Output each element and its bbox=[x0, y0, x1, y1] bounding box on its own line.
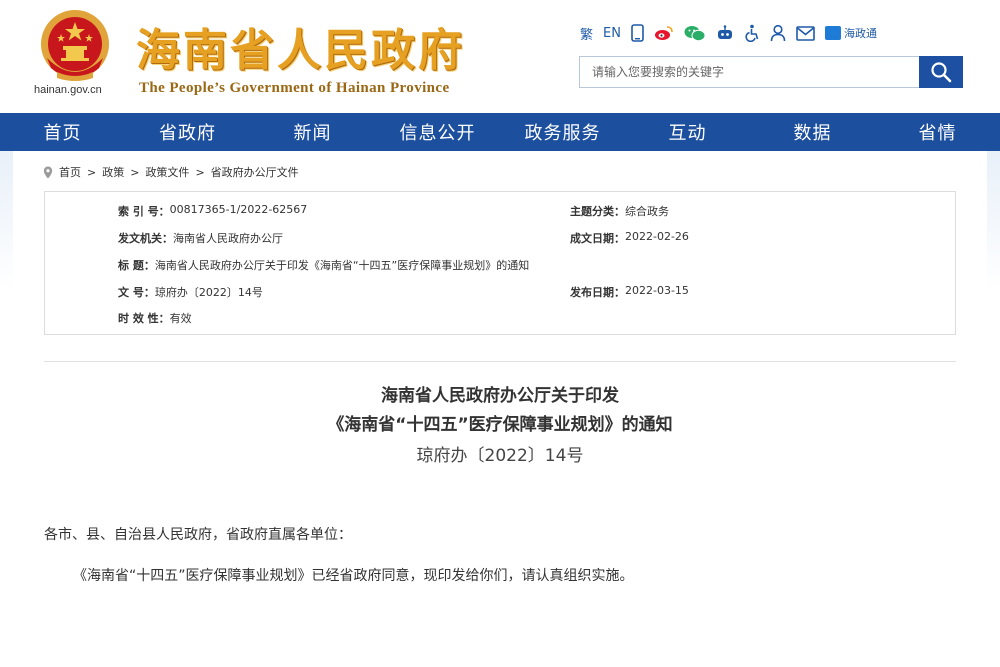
breadcrumb-separator: > bbox=[195, 165, 205, 179]
robot-icon[interactable] bbox=[716, 22, 734, 44]
breadcrumb-policy[interactable]: 政策 bbox=[102, 164, 124, 180]
traditional-chinese-link[interactable]: 繁 bbox=[580, 22, 593, 44]
meta-value: 有效 bbox=[169, 312, 192, 325]
breadcrumb-separator: > bbox=[87, 165, 97, 179]
document-salutation: 各市、县、自治县人民政府，省政府直属各单位： bbox=[44, 527, 352, 543]
search-bar bbox=[579, 56, 963, 88]
page-background: 首页 > 政策 > 政策文件 > 省政府办公厅文件 索 引 号： 0081736… bbox=[0, 151, 1000, 667]
meta-label: 索 引 号： bbox=[118, 205, 170, 218]
site-header: hainan.gov.cn 海南省人民政府 The People’s Gover… bbox=[0, 0, 1000, 113]
meta-document-number: 文 号： 琼府办〔2022〕14号 bbox=[118, 284, 263, 300]
user-icon[interactable] bbox=[770, 22, 786, 44]
meta-value: 琼府办〔2022〕14号 bbox=[154, 286, 263, 299]
breadcrumb-separator: > bbox=[130, 165, 140, 179]
document-title-line-1: 海南省人民政府办公厅关于印发 bbox=[381, 386, 619, 406]
nav-item-data[interactable]: 数据 bbox=[750, 113, 875, 151]
meta-value: 海南省人民政府办公厅 bbox=[173, 232, 283, 245]
nav-item-home[interactable]: 首页 bbox=[0, 113, 125, 151]
meta-validity: 时 效 性： 有效 bbox=[118, 310, 192, 326]
site-domain: hainan.gov.cn bbox=[34, 84, 102, 96]
section-divider bbox=[44, 361, 956, 362]
nav-item-disclosure[interactable]: 信息公开 bbox=[375, 113, 500, 151]
location-pin-icon bbox=[43, 166, 53, 178]
document-number: 琼府办〔2022〕14号 bbox=[416, 446, 584, 466]
meta-value: 2022-03-15 bbox=[625, 284, 689, 297]
nav-item-news[interactable]: 新闻 bbox=[250, 113, 375, 151]
meta-issuer: 发文机关： 海南省人民政府办公厅 bbox=[118, 230, 283, 246]
mobile-icon[interactable] bbox=[631, 22, 644, 44]
mail-icon[interactable] bbox=[796, 22, 815, 44]
breadcrumb-home[interactable]: 首页 bbox=[59, 164, 81, 180]
search-icon bbox=[931, 62, 952, 83]
meta-value: 综合政务 bbox=[625, 205, 669, 218]
meta-label: 发文机关： bbox=[118, 232, 173, 245]
breadcrumb-office-documents[interactable]: 省政府办公厅文件 bbox=[211, 164, 299, 180]
meta-category: 主题分类： 综合政务 bbox=[570, 203, 669, 219]
meta-title: 标 题： 海南省人民政府办公厅关于印发《海南省“十四五”医疗保障事业规划》的通知 bbox=[118, 257, 529, 273]
wechat-icon[interactable] bbox=[684, 22, 706, 44]
meta-value: 海南省人民政府办公厅关于印发《海南省“十四五”医疗保障事业规划》的通知 bbox=[154, 259, 530, 272]
meta-label: 文 号： bbox=[118, 286, 155, 299]
hainan-app-link[interactable]: 海政通 bbox=[824, 22, 877, 44]
hainan-app-icon bbox=[824, 26, 841, 40]
document-title-line-2: 《海南省“十四五”医疗保障事业规划》的通知 bbox=[327, 415, 673, 435]
meta-label: 发布日期： bbox=[570, 286, 625, 299]
breadcrumb: 首页 > 政策 > 政策文件 > 省政府办公厅文件 bbox=[43, 164, 299, 180]
document-body-paragraph: 《海南省“十四五”医疗保障事业规划》已经省政府同意，现印发给你们，请认真组织实施… bbox=[73, 568, 634, 584]
nav-item-government[interactable]: 省政府 bbox=[125, 113, 250, 151]
search-input[interactable] bbox=[579, 56, 919, 88]
accessibility-icon[interactable] bbox=[744, 22, 760, 44]
meta-label: 标 题： bbox=[118, 259, 155, 272]
breadcrumb-policy-documents[interactable]: 政策文件 bbox=[145, 164, 189, 180]
search-button[interactable] bbox=[919, 56, 963, 88]
meta-published-date: 发布日期： 2022-03-15 bbox=[570, 284, 689, 300]
english-link[interactable]: EN bbox=[603, 22, 621, 44]
site-subtitle: The People’s Government of Hainan Provin… bbox=[139, 80, 450, 96]
meta-label: 时 效 性： bbox=[118, 312, 170, 325]
document-metadata: 索 引 号： 00817365-1/2022-62567 主题分类： 综合政务 … bbox=[44, 191, 956, 335]
weibo-icon[interactable] bbox=[654, 22, 674, 44]
meta-value: 00817365-1/2022-62567 bbox=[169, 203, 308, 216]
meta-value: 2022-02-26 bbox=[625, 230, 689, 243]
content-area: 首页 > 政策 > 政策文件 > 省政府办公厅文件 索 引 号： 0081736… bbox=[13, 151, 987, 667]
meta-label: 主题分类： bbox=[570, 205, 625, 218]
header-tools: 繁 EN 海政通 bbox=[580, 22, 877, 44]
nav-item-services[interactable]: 政务服务 bbox=[500, 113, 625, 151]
site-title[interactable]: 海南省人民政府 bbox=[136, 14, 465, 78]
main-nav: 首页 省政府 新闻 信息公开 政务服务 互动 数据 省情 bbox=[0, 113, 1000, 151]
meta-label: 成文日期： bbox=[570, 232, 625, 245]
hainan-app-label: 海政通 bbox=[843, 27, 877, 40]
nav-item-interaction[interactable]: 互动 bbox=[625, 113, 750, 151]
nav-item-province[interactable]: 省情 bbox=[875, 113, 1000, 151]
meta-index-number: 索 引 号： 00817365-1/2022-62567 bbox=[118, 203, 307, 219]
meta-created-date: 成文日期： 2022-02-26 bbox=[570, 230, 689, 246]
national-emblem-icon[interactable] bbox=[37, 8, 113, 84]
